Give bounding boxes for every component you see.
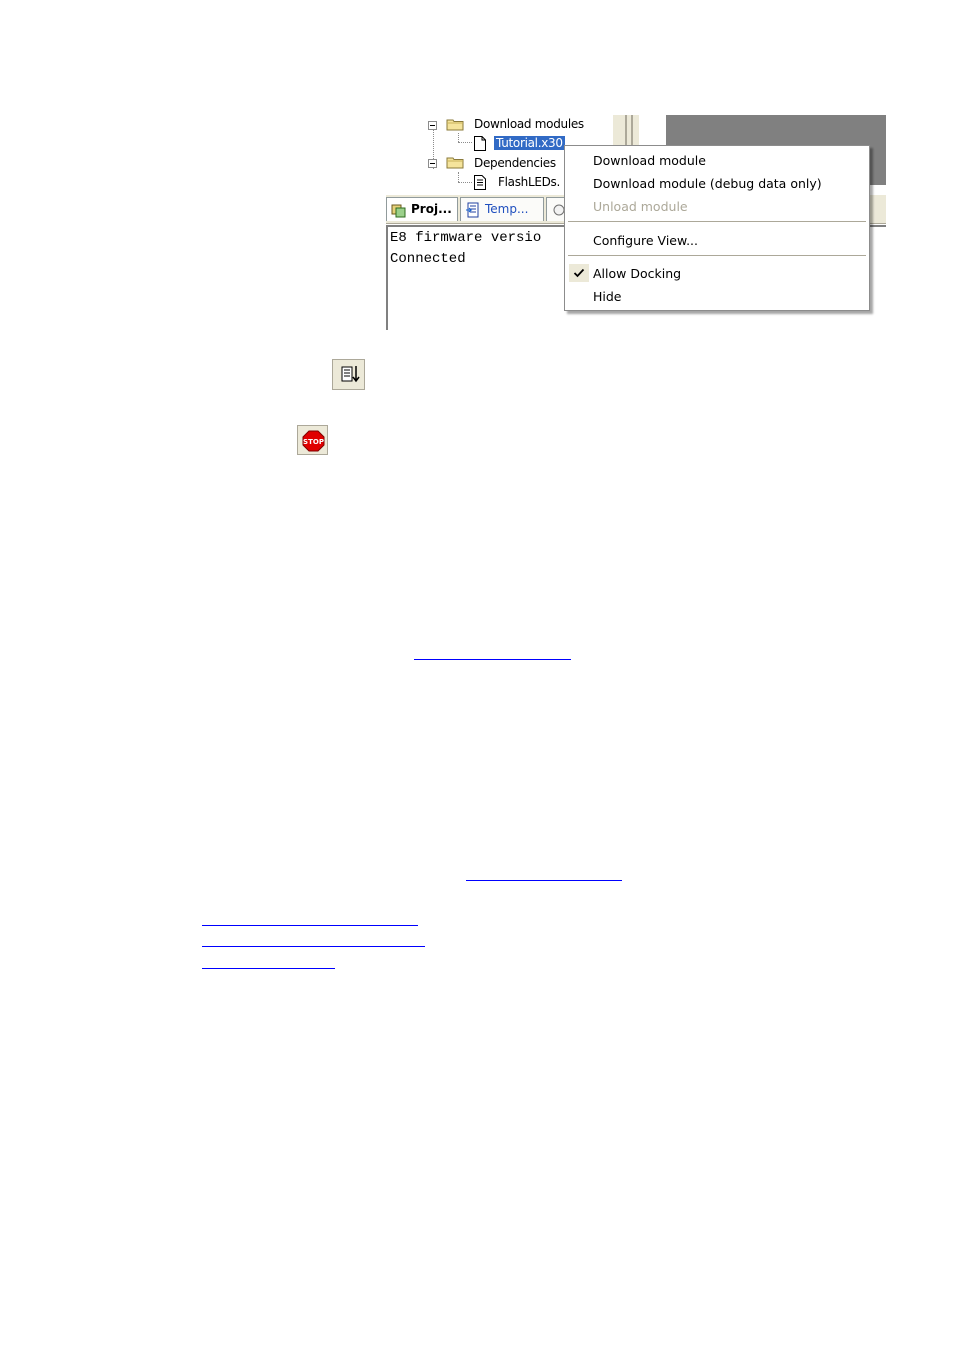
download-module-icon bbox=[341, 366, 360, 383]
menu-item-label: Configure View... bbox=[593, 233, 698, 248]
tree-item-label: Dependencies bbox=[474, 156, 556, 170]
tree-item-label: Tutorial.x30 bbox=[494, 136, 565, 150]
projects-icon bbox=[391, 204, 406, 218]
templates-icon bbox=[466, 202, 479, 218]
menu-item-unload-module: Unload module bbox=[565, 195, 869, 217]
menu-item-label: Hide bbox=[593, 289, 622, 304]
checkmark-icon bbox=[569, 264, 589, 282]
tab-label: Proj... bbox=[411, 202, 452, 216]
menu-item-label: Allow Docking bbox=[593, 266, 682, 281]
document-link[interactable] bbox=[202, 968, 335, 969]
tree-item-label: FlashLEDs. bbox=[498, 175, 561, 189]
collapse-icon[interactable] bbox=[428, 159, 437, 168]
output-line: Connected bbox=[390, 251, 466, 267]
svg-text:STOP: STOP bbox=[303, 438, 324, 446]
tree-connector bbox=[458, 142, 472, 143]
folder-icon bbox=[446, 119, 464, 131]
menu-separator bbox=[568, 221, 866, 222]
menu-item-configure-view[interactable]: Configure View... bbox=[565, 229, 869, 251]
document-link[interactable] bbox=[202, 925, 418, 926]
download-module-button[interactable] bbox=[332, 359, 365, 390]
document-link[interactable] bbox=[466, 880, 622, 881]
menu-item-download-module[interactable]: Download module bbox=[565, 149, 869, 171]
tree-item-label: Download modules bbox=[474, 117, 584, 131]
tree-connector bbox=[458, 172, 459, 182]
menu-item-hide[interactable]: Hide bbox=[565, 285, 869, 307]
tab-templates[interactable]: Temp... bbox=[460, 197, 544, 221]
document-link[interactable] bbox=[202, 946, 425, 947]
output-line: E8 firmware versio bbox=[390, 230, 542, 246]
menu-item-download-debug-data[interactable]: Download module (debug data only) bbox=[565, 172, 869, 194]
menu-item-allow-docking[interactable]: Allow Docking bbox=[565, 262, 869, 284]
stop-button[interactable]: STOP bbox=[297, 425, 328, 455]
stop-icon: STOP bbox=[302, 430, 325, 452]
context-menu: Download module Download module (debug d… bbox=[564, 145, 870, 311]
file-icon bbox=[474, 136, 486, 151]
tree-item-download-modules[interactable]: Download modules bbox=[428, 116, 618, 134]
tab-projects[interactable]: Proj... bbox=[386, 197, 458, 221]
tree-connector bbox=[458, 133, 459, 142]
source-file-icon bbox=[474, 175, 486, 190]
tab-label: Temp... bbox=[485, 202, 529, 216]
document-link[interactable] bbox=[414, 659, 571, 660]
menu-item-label: Unload module bbox=[593, 199, 688, 214]
menu-item-label: Download module bbox=[593, 153, 706, 168]
folder-icon bbox=[446, 157, 464, 169]
menu-separator bbox=[568, 255, 866, 256]
tree-connector bbox=[458, 182, 472, 183]
collapse-icon[interactable] bbox=[428, 121, 437, 130]
menu-item-label: Download module (debug data only) bbox=[593, 176, 822, 191]
